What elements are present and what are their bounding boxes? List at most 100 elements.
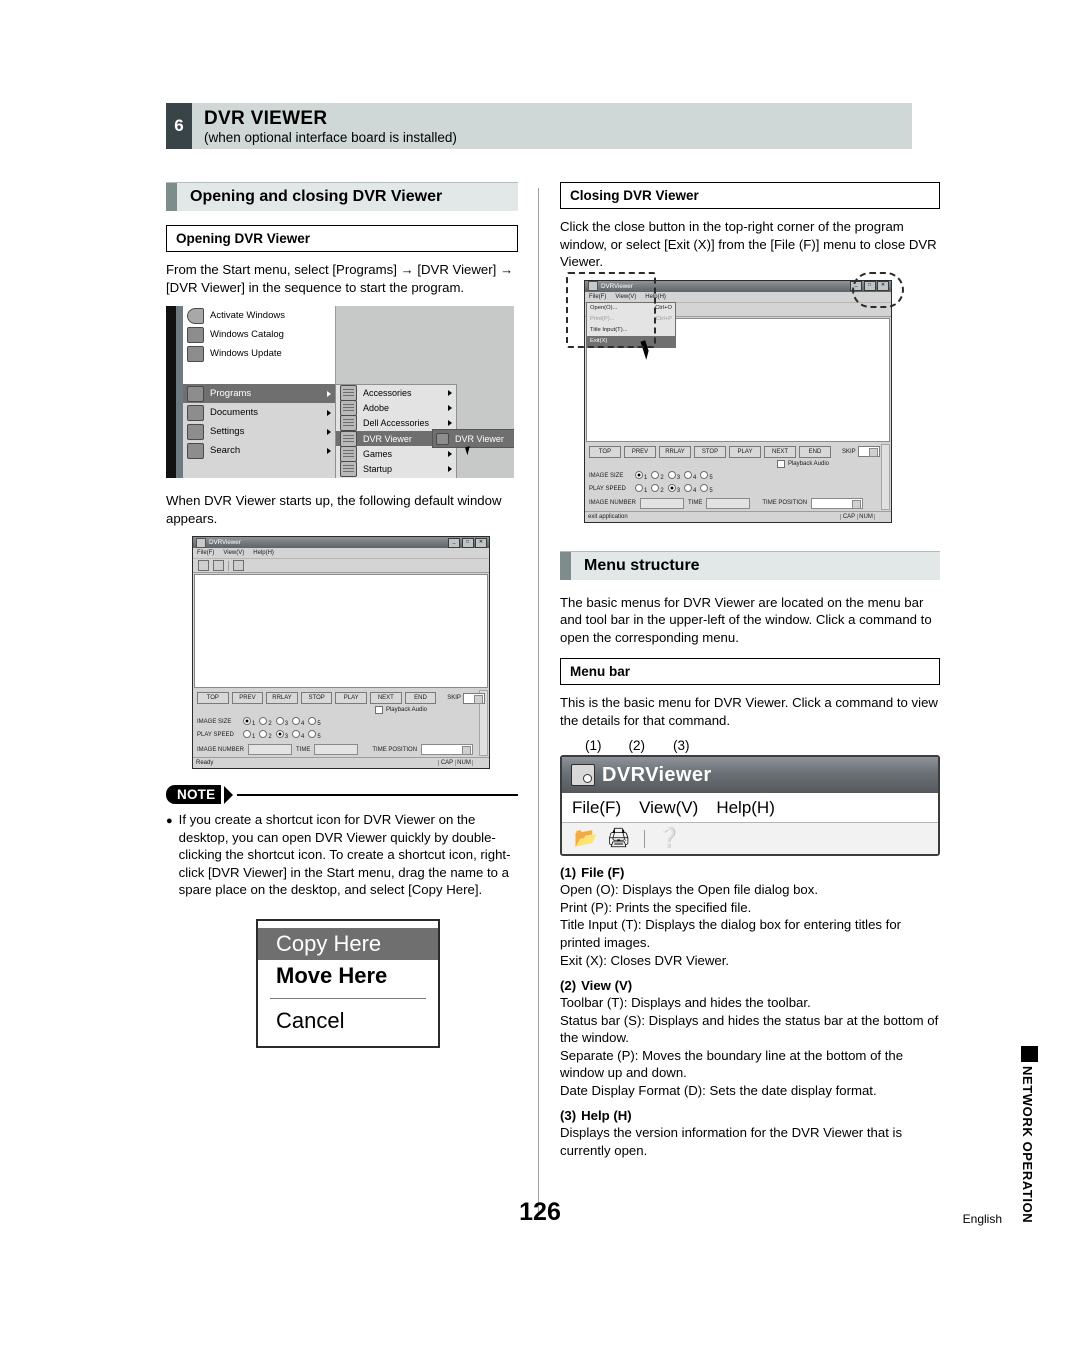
play-speed-option-3[interactable]: 3	[275, 730, 288, 740]
submenu-item-accessories[interactable]: Accessories	[336, 384, 456, 401]
button-prev[interactable]: PREV	[624, 445, 656, 458]
button-top[interactable]: TOP	[589, 445, 621, 458]
panel-scrollbar[interactable]	[881, 443, 890, 510]
button-stop[interactable]: STOP	[694, 445, 726, 458]
open-folder-icon[interactable]	[198, 560, 209, 572]
status-text: Ready	[196, 760, 214, 767]
description-3-number: (3)	[560, 1108, 577, 1124]
dvr-viewer-closing-screenshot: DVRViewer _ □ ✕ File(F) View(V) Help(H)	[584, 279, 892, 523]
context-menu-item-copy-here[interactable]: Copy Here	[258, 927, 438, 960]
close-button[interactable]: ✕	[475, 537, 487, 548]
radio-icon	[259, 730, 268, 739]
time-input[interactable]	[314, 744, 359, 756]
play-speed-option-2[interactable]: 2	[259, 730, 272, 741]
button-stop[interactable]: STOP	[300, 692, 333, 705]
image-size-option-3[interactable]: 3	[275, 717, 288, 727]
start-menu-item-windows-catalog[interactable]: Windows Catalog	[183, 325, 335, 344]
image-size-option-2[interactable]: 2	[651, 470, 664, 481]
button-prev[interactable]: PREV	[231, 692, 264, 705]
start-menu-item-settings[interactable]: Settings	[183, 422, 335, 441]
file-menu-item-title-input[interactable]: Title Input(T)...	[587, 325, 675, 336]
button-next[interactable]: NEXT	[764, 445, 796, 458]
play-speed-option-5[interactable]: 5	[700, 483, 713, 494]
start-menu-item-documents[interactable]: Documents	[183, 403, 335, 422]
description-3: (3) Help (H) Displays the version informa…	[560, 1108, 940, 1159]
figure-menu-help[interactable]: Help(H)	[716, 798, 775, 818]
image-size-option-5[interactable]: 5	[308, 717, 321, 727]
maximize-button[interactable]: □	[863, 281, 876, 292]
play-speed-option-3[interactable]: 3	[667, 483, 680, 494]
menu-help[interactable]: Help(H)	[645, 294, 666, 300]
button-play[interactable]: PLAY	[729, 445, 761, 458]
button-rrlay[interactable]: RRLAY	[659, 445, 691, 458]
dvr-window-title: DVRViewer	[209, 539, 241, 547]
folder-icon	[340, 384, 357, 401]
time-position-select[interactable]	[421, 744, 474, 756]
button-rrlay[interactable]: RRLAY	[266, 692, 298, 705]
description-3-heading: (3) Help (H)	[560, 1108, 940, 1123]
submenu-item-adobe[interactable]: Adobe	[336, 400, 456, 417]
play-speed-option-4[interactable]: 4	[292, 730, 304, 740]
file-menu-item-open[interactable]: Open(O)... Ctrl+O	[587, 303, 675, 314]
image-size-option-1[interactable]: 1	[635, 470, 647, 481]
maximize-button[interactable]: □	[461, 537, 474, 548]
radio-icon	[275, 717, 284, 726]
button-play[interactable]: PLAY	[335, 692, 368, 705]
description-1-line-1: Open (O): Displays the Open file dialog …	[560, 882, 819, 898]
radio-icon	[635, 483, 643, 492]
figure-toolbar-row: 📂 🖨 ❔	[562, 823, 938, 855]
button-end[interactable]: END	[404, 692, 437, 705]
time-position-select[interactable]	[811, 497, 864, 509]
menu-file[interactable]: File(F)	[197, 550, 214, 556]
description-3-line-1: Displays the version information for the…	[560, 1125, 903, 1158]
file-menu-item-exit[interactable]: Exit(X)	[587, 335, 675, 347]
checkbox-icon[interactable]	[776, 459, 785, 468]
start-menu-item-search[interactable]: Search	[183, 441, 335, 460]
play-speed-option-4[interactable]: 4	[684, 483, 696, 494]
help-question-icon[interactable]: ❔	[658, 829, 682, 848]
menu-view[interactable]: View(V)	[223, 550, 244, 556]
menu-view[interactable]: View(V)	[615, 294, 636, 300]
context-menu-item-move-here[interactable]: Move Here	[258, 960, 438, 992]
submenu-item-games[interactable]: Games	[336, 445, 456, 462]
time-input[interactable]	[706, 497, 751, 509]
figure-menu-view[interactable]: View(V)	[639, 798, 698, 818]
print-icon[interactable]: 🖨	[607, 829, 631, 848]
help-question-icon[interactable]	[233, 560, 244, 572]
status-spacer	[472, 760, 489, 767]
image-size-option-4[interactable]: 4	[684, 470, 696, 481]
minimize-button[interactable]: _	[448, 537, 460, 548]
play-speed-option-5[interactable]: 5	[308, 730, 321, 740]
minimize-button[interactable]: _	[850, 281, 862, 292]
image-size-option-2[interactable]: 2	[259, 717, 272, 727]
radio-label: 2	[268, 734, 272, 741]
button-next[interactable]: NEXT	[370, 692, 402, 705]
checkbox-icon[interactable]	[374, 706, 383, 715]
description-1-heading: (1) File (F)	[560, 865, 940, 880]
menu-file[interactable]: File(F)	[589, 294, 606, 300]
button-top[interactable]: TOP	[197, 692, 229, 705]
close-button[interactable]: ✕	[877, 281, 889, 292]
image-size-option-4[interactable]: 4	[292, 717, 304, 727]
image-size-option-3[interactable]: 3	[667, 470, 680, 481]
menu-help[interactable]: Help(H)	[253, 550, 274, 556]
figure-menu-file[interactable]: File(F)	[572, 798, 621, 818]
start-menu-item-windows-update[interactable]: Windows Update	[183, 344, 335, 363]
image-number-input[interactable]	[248, 744, 293, 756]
button-end[interactable]: END	[799, 445, 831, 458]
skip-dropdown[interactable]	[857, 446, 880, 458]
print-icon[interactable]	[213, 560, 224, 572]
play-speed-option-1[interactable]: 1	[243, 730, 255, 740]
image-number-input[interactable]	[640, 497, 685, 509]
open-folder-icon[interactable]: 📂	[574, 829, 598, 848]
context-menu-item-cancel[interactable]: Cancel	[258, 1005, 438, 1037]
radio-icon	[275, 730, 284, 739]
start-menu-item-programs[interactable]: Programs	[183, 384, 335, 404]
submenu-item-startup[interactable]: Startup	[336, 461, 456, 478]
play-speed-option-2[interactable]: 2	[651, 483, 664, 494]
play-speed-option-1[interactable]: 1	[635, 483, 647, 494]
skip-dropdown[interactable]	[462, 692, 485, 704]
image-size-option-1[interactable]: 1	[243, 717, 255, 727]
start-menu-item-activate-windows[interactable]: Activate Windows	[183, 306, 335, 325]
image-size-option-5[interactable]: 5	[700, 470, 713, 481]
